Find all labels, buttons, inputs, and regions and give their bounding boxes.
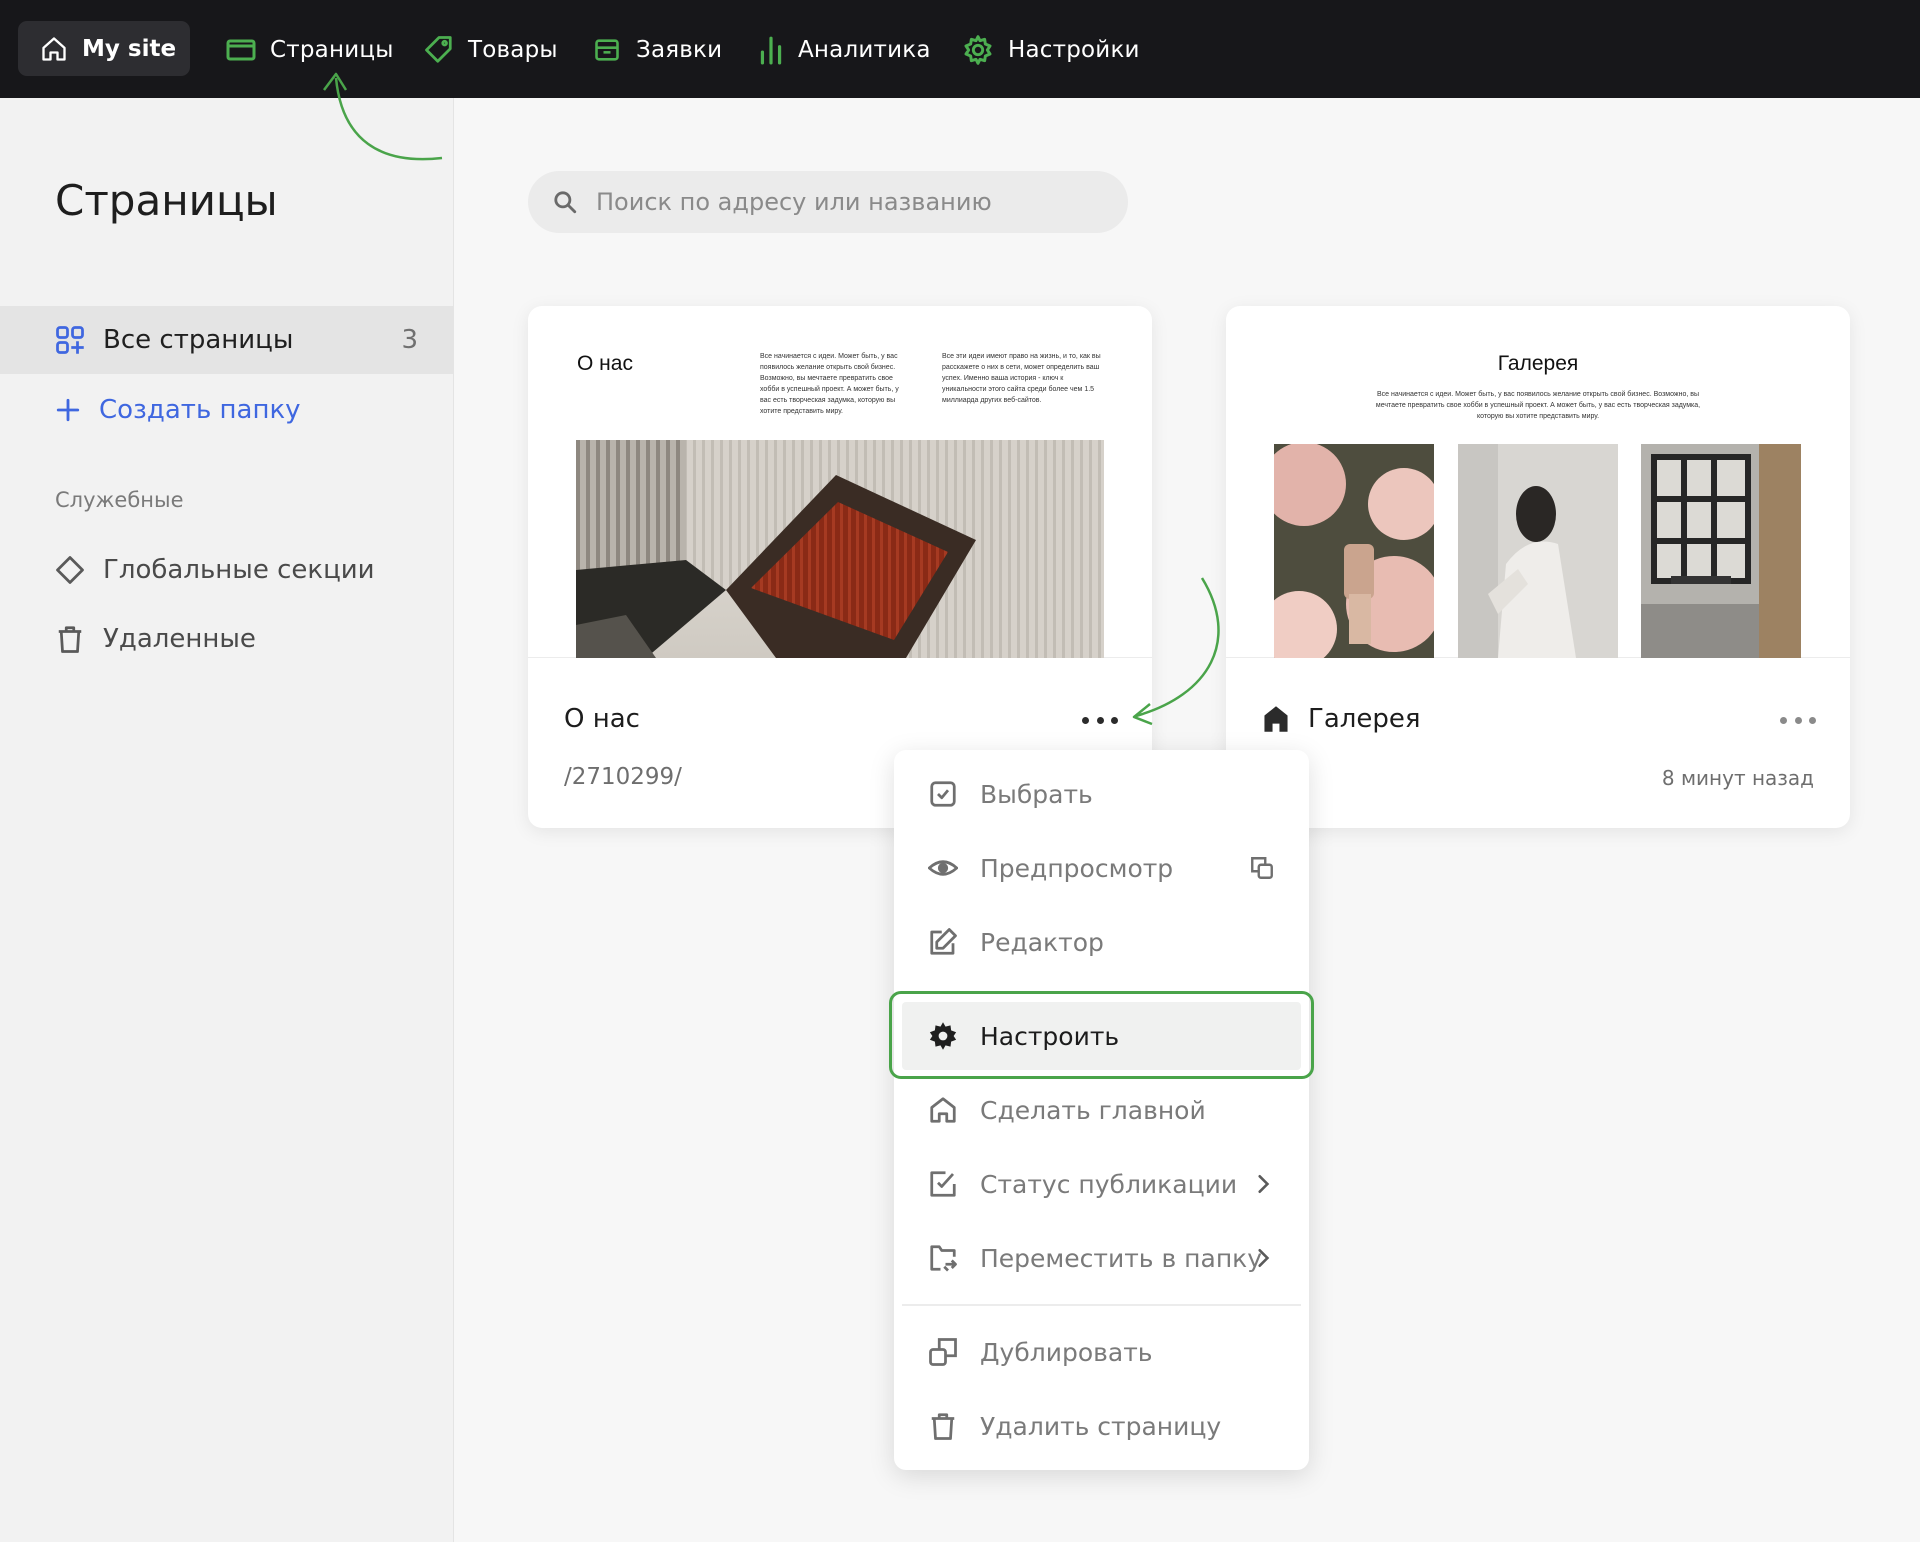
home-icon	[930, 1097, 956, 1123]
menu-item-label: Переместить в папку	[980, 1243, 1263, 1273]
nav-products[interactable]: Товары	[424, 28, 558, 72]
page-card-timestamp: 8 минут назад	[1661, 766, 1814, 790]
dot-icon	[1780, 716, 1787, 724]
trash-icon	[58, 626, 82, 653]
page-card-url: /2710299/	[564, 764, 682, 790]
site-name: My site	[82, 35, 177, 62]
more-options-button[interactable]	[1780, 708, 1816, 732]
menu-item-delete-page[interactable]: Удалить страницу	[894, 1392, 1309, 1460]
duplicate-icon	[929, 1338, 957, 1366]
dot-icon	[1809, 716, 1816, 724]
page-preview-thumbnail: О нас Все начинается с идеи. Может быть,…	[528, 306, 1152, 658]
sidebar-item-label: Глобальные секции	[103, 555, 375, 585]
nav-analytics-label: Аналитика	[798, 37, 931, 63]
menu-item-duplicate[interactable]: Дублировать	[894, 1318, 1309, 1386]
sidebar-item-global-sections[interactable]: Глобальные секции	[0, 536, 454, 604]
dot-icon	[1082, 716, 1089, 724]
menu-item-label: Сделать главной	[980, 1095, 1206, 1125]
grid-plus-icon	[56, 326, 84, 354]
section-caption: Служебные	[55, 488, 184, 512]
diamond-icon	[56, 556, 84, 584]
gallery-photo-flowers	[1274, 444, 1434, 658]
architecture-photo	[576, 440, 1104, 658]
page-title: Страницы	[55, 176, 278, 225]
dot-icon	[1111, 716, 1118, 724]
dot-icon	[1794, 716, 1802, 724]
nav-settings-label: Настройки	[1008, 37, 1140, 63]
plus-icon	[56, 398, 80, 422]
nav-products-label: Товары	[468, 37, 558, 63]
create-folder-label: Создать папку	[99, 395, 301, 425]
preview-text-column: Все эти идеи имеют право на жизнь, и то,…	[942, 353, 1101, 404]
search-icon	[554, 191, 577, 214]
inbox-icon	[595, 39, 619, 61]
gear-icon	[964, 35, 992, 65]
more-options-button[interactable]	[1082, 708, 1118, 732]
page-card-title: Галерея	[1308, 704, 1421, 734]
menu-divider	[902, 1304, 1301, 1306]
menu-item-select[interactable]: Выбрать	[894, 760, 1309, 828]
sidebar: Страницы Все страницы 3 Создать папку Сл…	[0, 98, 454, 1542]
trash-icon	[931, 1413, 955, 1440]
eye-icon	[928, 860, 958, 876]
nav-settings[interactable]: Настройки	[962, 28, 1140, 72]
site-switcher-button[interactable]: My site	[18, 21, 190, 76]
folder-move-icon	[930, 1245, 957, 1272]
pages-icon	[226, 39, 256, 61]
preview-heading: Галерея	[1497, 352, 1579, 375]
menu-item-publish-status[interactable]: Статус публикации	[894, 1150, 1309, 1218]
dot-icon	[1096, 716, 1104, 724]
menu-item-move-to-folder[interactable]: Переместить в папку	[894, 1224, 1309, 1292]
menu-item-preview[interactable]: Предпросмотр	[894, 834, 1309, 902]
menu-item-label: Статус публикации	[980, 1169, 1238, 1199]
nav-pages-label: Страницы	[270, 37, 394, 63]
menu-item-editor[interactable]: Редактор	[894, 908, 1309, 976]
sidebar-item-all-pages[interactable]: Все страницы 3	[0, 306, 454, 374]
menu-item-label: Дублировать	[980, 1337, 1153, 1367]
nav-requests[interactable]: Заявки	[592, 28, 722, 72]
checkbox-icon	[930, 1171, 956, 1197]
menu-item-label: Удалить страницу	[980, 1411, 1222, 1441]
nav-pages[interactable]: Страницы	[226, 28, 394, 72]
nav-analytics[interactable]: Аналитика	[758, 28, 931, 72]
preview-text: Все начинается с идеи. Может быть, у вас…	[1375, 391, 1701, 420]
page-context-menu: Выбрать Предпросмотр Редактор Настроить …	[894, 750, 1309, 1470]
page-count-badge: 3	[401, 325, 418, 355]
page-card-gallery[interactable]: Галерея Все начинается с идеи. Может быт…	[1226, 306, 1850, 828]
checkbox-icon	[930, 781, 956, 807]
create-folder-button[interactable]: Создать папку	[0, 376, 454, 444]
top-navigation: My site Страницы Товары Заявки Аналитика…	[0, 0, 1920, 98]
page-preview-thumbnail: Галерея Все начинается с идеи. Может быт…	[1226, 306, 1850, 658]
sidebar-item-label: Удаленные	[103, 624, 256, 654]
preview-heading: О нас	[577, 352, 633, 375]
search-input[interactable]	[596, 188, 1116, 216]
menu-item-label: Предпросмотр	[980, 853, 1174, 883]
chevron-right-icon	[1258, 1174, 1270, 1194]
sidebar-item-label: Все страницы	[103, 325, 294, 355]
bar-chart-icon	[760, 36, 782, 65]
menu-item-make-home[interactable]: Сделать главной	[894, 1076, 1309, 1144]
sidebar-item-deleted[interactable]: Удаленные	[0, 605, 454, 673]
home-icon	[42, 36, 66, 61]
home-page-icon	[1264, 706, 1288, 732]
open-new-window-icon	[1251, 857, 1273, 879]
highlight-frame	[889, 991, 1314, 1079]
edit-icon	[930, 928, 957, 955]
tag-icon	[425, 36, 452, 63]
page-card-title: О нас	[564, 704, 640, 734]
gallery-photo-portrait	[1458, 444, 1618, 658]
gallery-photo-interior	[1641, 444, 1801, 658]
preview-text-column: Все начинается с идеи. Может быть, у вас…	[760, 353, 899, 415]
nav-requests-label: Заявки	[636, 37, 723, 63]
chevron-right-icon	[1258, 1248, 1270, 1268]
menu-item-label: Выбрать	[980, 779, 1093, 809]
search-bar	[528, 171, 1128, 233]
menu-item-label: Редактор	[980, 927, 1104, 957]
